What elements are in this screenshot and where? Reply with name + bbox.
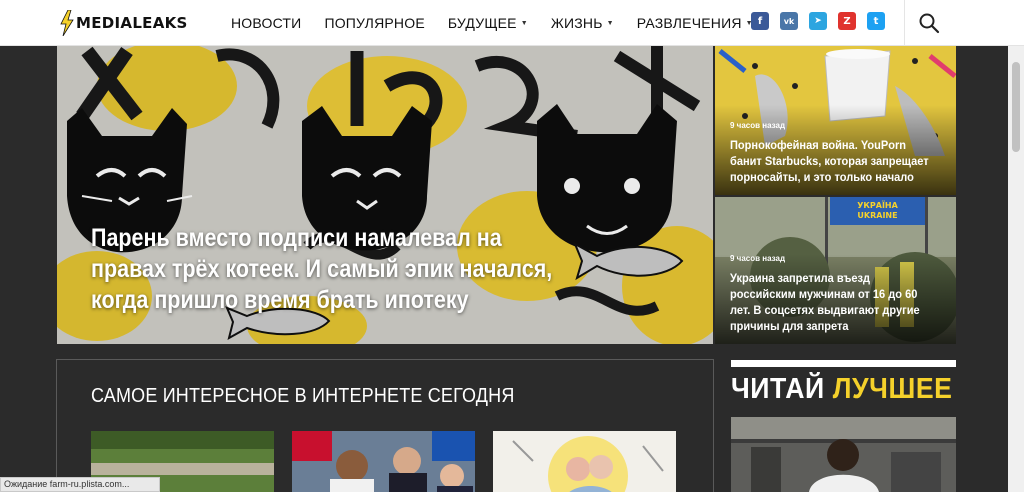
nav-item-label: ЖИЗНЬ (550, 15, 603, 31)
section-title: САМОЕ ИНТЕРЕСНОЕ В ИНТЕРНЕТЕ СЕГОДНЯ (91, 385, 515, 407)
caret-down-icon: ▼ (606, 19, 614, 27)
side-title-line: порносайты, и это только начало (730, 170, 914, 184)
nav-item-entertainment[interactable]: РАЗВЛЕЧЕНИЯ ▼ (637, 15, 753, 31)
side-news-card[interactable]: 9 часов назад Порнокофейная война. YouPo… (715, 46, 956, 195)
side-news-title[interactable]: Украина запретила въезд российским мужчи… (730, 270, 956, 334)
side-title-line: Порнокофейная война. YouPorn (730, 138, 907, 152)
article-thumbnail[interactable] (493, 431, 676, 492)
hero-title[interactable]: Парень вместо подписи намалевал на права… (91, 223, 553, 316)
sign-text: УКРАЇНА (857, 201, 898, 210)
caret-down-icon: ▼ (520, 19, 528, 27)
hero-title-line: правах трёх котеек. И самый эпик начался… (91, 255, 553, 283)
lightning-bolt-icon (60, 10, 74, 36)
thumbnail-image-illustration (493, 431, 676, 492)
read-best-heading: ЧИТАЙ ЛУЧШЕЕ (731, 373, 953, 406)
nav-item-news[interactable]: НОВОСТИ (231, 15, 301, 31)
vk-glyph: vk (783, 16, 795, 26)
side-title-line: банит Starbucks, которая запрещает (730, 154, 929, 168)
telegram-icon[interactable]: ➤ (809, 12, 827, 30)
hero-title-line: Парень вместо подписи намалевал на (91, 224, 502, 252)
hero-article[interactable]: Парень вместо подписи намалевал на права… (57, 46, 713, 344)
side-title-line: Украина запретила въезд (730, 271, 871, 285)
nav-item-future[interactable]: БУДУЩЕЕ ▼ (448, 15, 528, 31)
read-best-word: ЧИТАЙ (731, 373, 825, 405)
logo-text: MEDIALEAKS (76, 14, 188, 32)
side-news-time: 9 часов назад (730, 121, 786, 130)
hero-title-line: когда пришло время брать ипотеку (91, 286, 469, 314)
nav-item-label: БУДУЩЕЕ (447, 15, 517, 31)
site-header: MEDIALEAKS НОВОСТИ ПОПУЛЯРНОЕ БУДУЩЕЕ ▼ Ж… (0, 0, 1024, 46)
side-title-line: лет. В соцсетях выдвигают другие (730, 303, 920, 317)
search-icon[interactable] (918, 12, 940, 34)
border-sign: УКРАЇНА UKRAINE (830, 197, 925, 225)
zen-icon[interactable]: Z (838, 12, 856, 30)
twitter-glyph: t (873, 15, 879, 27)
vk-icon[interactable]: vk (780, 12, 798, 30)
header-divider (904, 0, 905, 46)
side-news-title[interactable]: Порнокофейная война. YouPorn банит Starb… (730, 137, 956, 185)
article-thumbnail[interactable] (292, 431, 475, 492)
side-news-time: 9 часов назад (730, 254, 786, 263)
telegram-glyph: ➤ (814, 16, 822, 26)
read-best-image-man (731, 417, 956, 492)
side-title-line: российским мужчинам от 16 до 60 (730, 287, 918, 301)
facebook-glyph: f (757, 15, 763, 27)
scrollbar-thumb[interactable] (1012, 62, 1020, 152)
nav-item-popular[interactable]: ПОПУЛЯРНОЕ (324, 15, 424, 31)
social-links: f vk ➤ Z t (751, 12, 896, 30)
facebook-icon[interactable]: f (751, 12, 769, 30)
page-scrollbar[interactable] (1008, 46, 1024, 492)
read-best-divider (731, 360, 956, 367)
side-news-card[interactable]: УКРАЇНА UKRAINE 9 часов назад Украина за… (715, 197, 956, 344)
main-nav: НОВОСТИ ПОПУЛЯРНОЕ БУДУЩЕЕ ▼ ЖИЗНЬ ▼ РАЗВЛ… (231, 0, 776, 46)
read-best-article[interactable] (731, 417, 956, 492)
twitter-icon[interactable]: t (867, 12, 885, 30)
browser-status-bar: Ожидание farm-ru.plista.com... (0, 477, 160, 492)
site-logo[interactable]: MEDIALEAKS (60, 10, 188, 36)
side-title-line: причины для запрета (730, 319, 849, 333)
nav-item-life[interactable]: ЖИЗНЬ ▼ (551, 15, 614, 31)
nav-item-label: ПОПУЛЯРНОЕ (324, 15, 425, 31)
read-best-accent-word: ЛУЧШЕЕ (832, 373, 953, 405)
thumbnail-image-politicians (292, 431, 475, 492)
nav-item-label: НОВОСТИ (231, 15, 302, 31)
interesting-section: САМОЕ ИНТЕРЕСНОЕ В ИНТЕРНЕТЕ СЕГОДНЯ (56, 359, 714, 492)
nav-item-label: РАЗВЛЕЧЕНИЯ (636, 15, 742, 31)
sign-text: UKRAINE (857, 211, 898, 220)
zen-glyph: Z (843, 15, 851, 27)
